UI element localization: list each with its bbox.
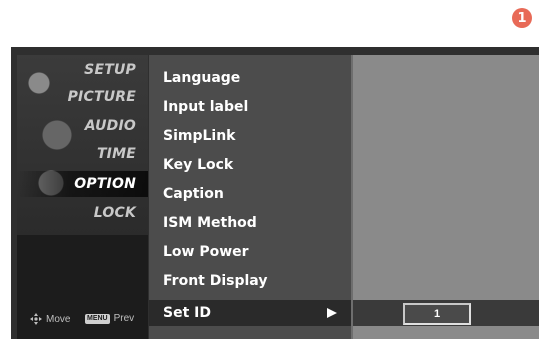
category-label: PICTURE: [67, 89, 136, 105]
menu-item-simplink[interactable]: SimpLink: [149, 123, 351, 149]
category-sidebar: SETUP PICTURE AUDIO TIME OPTION LOCK: [17, 55, 148, 339]
category-label: OPTION: [74, 176, 136, 192]
menu-item-caption[interactable]: Caption: [149, 181, 351, 207]
category-lock[interactable]: LOCK: [17, 200, 148, 226]
menu-item-ism-method[interactable]: ISM Method: [149, 210, 351, 236]
option-menu-list: Language Input label SimpLink Key Lock C…: [149, 55, 351, 339]
menu-item-label: Key Lock: [163, 157, 234, 173]
menu-item-input-label[interactable]: Input label: [149, 94, 351, 120]
category-time[interactable]: TIME: [17, 141, 148, 167]
move-hint: Move: [30, 313, 70, 325]
prev-hint-label: Prev: [113, 313, 135, 324]
menu-item-low-power[interactable]: Low Power: [149, 239, 351, 265]
category-audio[interactable]: AUDIO: [17, 113, 148, 139]
menu-item-label: Set ID: [163, 305, 211, 321]
category-setup[interactable]: SETUP: [17, 57, 148, 83]
category-picture[interactable]: PICTURE: [17, 84, 148, 110]
set-id-value-box[interactable]: 1: [403, 303, 471, 325]
category-label: TIME: [96, 146, 136, 162]
dpad-icon: [30, 313, 42, 325]
menu-item-language[interactable]: Language: [149, 65, 351, 91]
category-option[interactable]: OPTION: [17, 171, 148, 197]
prev-hint: MENU Prev: [85, 313, 134, 324]
menu-key-icon: MENU: [85, 313, 110, 324]
menu-item-key-lock[interactable]: Key Lock: [149, 152, 351, 178]
set-id-value-row: 1: [353, 300, 539, 326]
menu-item-label: SimpLink: [163, 128, 236, 144]
menu-item-label: Front Display: [163, 273, 268, 289]
menu-item-label: Caption: [163, 186, 224, 202]
right-triangle-icon: [327, 308, 337, 318]
move-hint-label: Move: [46, 313, 71, 325]
menu-item-label: ISM Method: [163, 215, 257, 231]
menu-item-label: Language: [163, 70, 241, 86]
category-label: LOCK: [93, 205, 136, 221]
step-number-badge: 1: [512, 8, 532, 28]
menu-item-label: Input label: [163, 99, 249, 115]
category-label: SETUP: [84, 62, 136, 78]
menu-item-front-display[interactable]: Front Display: [149, 268, 351, 294]
menu-item-label: Low Power: [163, 244, 249, 260]
category-label: AUDIO: [84, 118, 136, 134]
value-panel: 1: [351, 55, 539, 339]
menu-item-set-id[interactable]: Set ID: [149, 300, 351, 326]
